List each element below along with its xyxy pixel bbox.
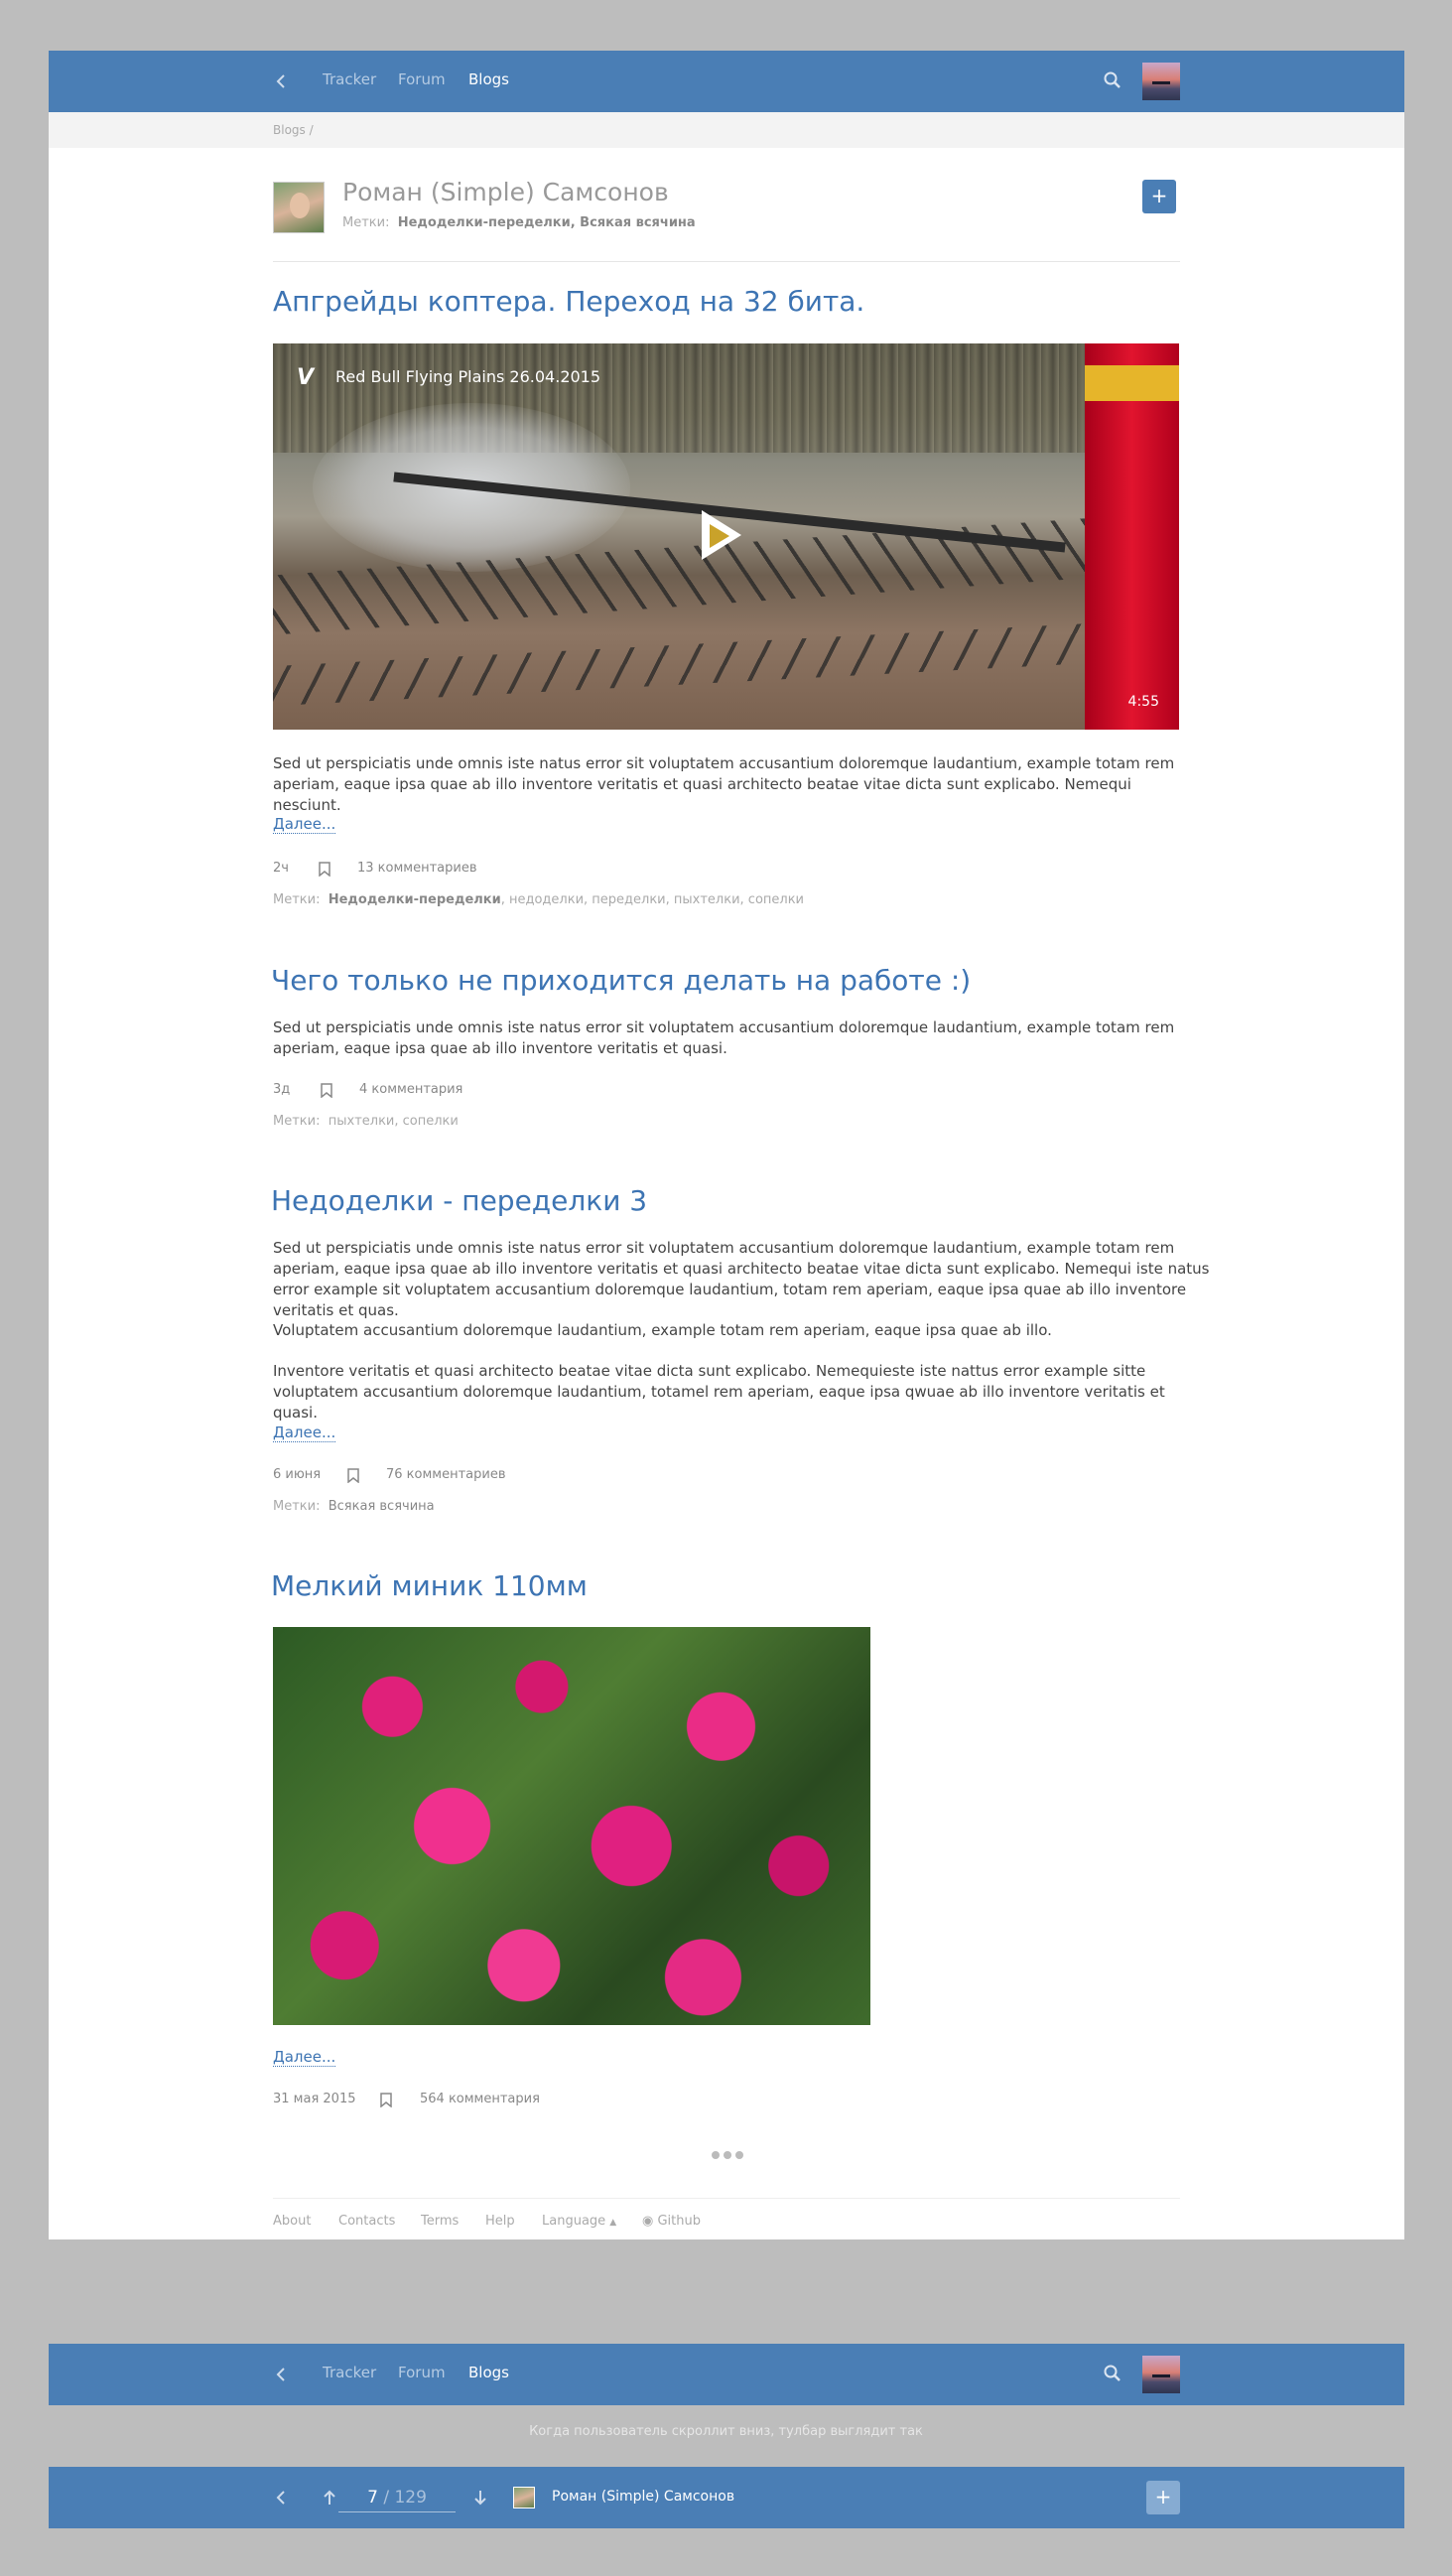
author-name-small[interactable]: Роман (Simple) Самсонов: [552, 2489, 734, 2505]
tag-link[interactable]: Недоделки-переделки: [329, 892, 501, 907]
author-name[interactable]: Роман (Simple) Самсонов: [342, 178, 669, 206]
tags-label: Метки:: [273, 1499, 321, 1514]
footer-help-link[interactable]: Help: [485, 2214, 515, 2229]
nav-forum-link[interactable]: Forum: [398, 2364, 446, 2381]
bookmark-icon[interactable]: [347, 1468, 359, 1483]
arrow-down-icon[interactable]: [471, 2488, 489, 2508]
post-time: 31 мая 2015: [273, 2092, 356, 2106]
post-tags: Метки: Всякая всячина: [273, 1499, 435, 1514]
video-embed[interactable]: V Red Bull Flying Plains 26.04.2015 4:55: [273, 343, 1179, 730]
add-post-button[interactable]: +: [1146, 2481, 1180, 2514]
author-tags-list[interactable]: Недоделки-переделки, Всякая всячина: [398, 215, 696, 230]
user-avatar[interactable]: [1142, 2356, 1180, 2393]
divider: [273, 261, 1180, 262]
comments-count[interactable]: 13 комментариев: [357, 861, 477, 876]
footer-terms-link[interactable]: Terms: [421, 2214, 459, 2229]
nav-blogs-link[interactable]: Blogs: [468, 70, 509, 88]
comments-count[interactable]: 4 комментария: [359, 1082, 462, 1097]
tags-label: Метки:: [273, 1114, 321, 1129]
nav-forum-link[interactable]: Forum: [398, 70, 446, 88]
nav-blogs-link[interactable]: Blogs: [468, 2364, 509, 2381]
footer-language-link[interactable]: Language ▲: [542, 2214, 616, 2229]
page-current[interactable]: 7: [367, 2488, 378, 2508]
load-more-icon[interactable]: [712, 2144, 751, 2159]
author-tags: Метки: Недоделки-переделки, Всякая всячи…: [342, 215, 696, 230]
comments-count[interactable]: 76 комментариев: [386, 1467, 506, 1482]
author-avatar-small[interactable]: [513, 2487, 535, 2508]
back-arrow-icon[interactable]: [273, 2489, 291, 2507]
page-indicator[interactable]: 7 / 129: [338, 2483, 456, 2512]
post-title[interactable]: Мелкий миник 110мм: [271, 1569, 588, 1602]
top-navbar-duplicate: Tracker Forum Blogs: [49, 2344, 1404, 2405]
video-duration: 4:55: [1127, 694, 1159, 710]
bookmark-icon[interactable]: [321, 1083, 332, 1098]
post-text: Inventore veritatis et quasi architecto …: [273, 1362, 1165, 1422]
footer-github-link[interactable]: ◉ Github: [642, 2214, 701, 2229]
post-text: Voluptatem accusantium doloremque laudan…: [273, 1321, 1052, 1339]
top-navbar: Tracker Forum Blogs: [49, 51, 1404, 112]
bookmark-icon[interactable]: [380, 2093, 392, 2107]
tag-link[interactable]: Всякая всячина: [329, 1499, 435, 1514]
post-tags: Метки: пыхтелки, сопелки: [273, 1114, 459, 1129]
comments-count[interactable]: 564 комментария: [420, 2092, 540, 2106]
footer-about-link[interactable]: About: [273, 2214, 311, 2229]
vimeo-icon: V: [297, 365, 315, 390]
author-tags-label: Метки:: [342, 215, 390, 230]
nav-tracker-link[interactable]: Tracker: [323, 70, 376, 88]
post-title[interactable]: Недоделки - переделки 3: [271, 1184, 647, 1217]
post-image[interactable]: [273, 1627, 870, 2025]
nav-tracker-link[interactable]: Tracker: [323, 2364, 376, 2381]
github-label: Github: [657, 2214, 701, 2229]
post-text: Sed ut perspiciatis unde omnis iste natu…: [273, 1239, 1210, 1319]
post-time: 6 июня: [273, 1467, 322, 1482]
read-more-link[interactable]: Далее...: [273, 2048, 336, 2067]
github-icon: ◉: [642, 2214, 654, 2229]
post-title[interactable]: Чего только не приходится делать на рабо…: [271, 964, 971, 997]
post-text: Sed ut perspiciatis unde omnis iste natu…: [273, 1018, 1175, 1057]
add-post-button[interactable]: +: [1142, 180, 1176, 213]
scroll-caption: Когда пользователь скроллит вниз, тулбар…: [529, 2424, 923, 2439]
post-text: Sed ut perspiciatis unde omnis iste natu…: [273, 754, 1175, 814]
user-avatar[interactable]: [1142, 63, 1180, 100]
arrow-up-icon[interactable]: [321, 2488, 338, 2508]
search-icon[interactable]: [1103, 2364, 1122, 2383]
breadcrumb[interactable]: Blogs /: [273, 123, 314, 137]
back-arrow-icon[interactable]: [273, 72, 291, 90]
footer-contacts-link[interactable]: Contacts: [338, 2214, 395, 2229]
search-icon[interactable]: [1103, 70, 1122, 90]
author-avatar[interactable]: [273, 182, 325, 233]
video-title[interactable]: Red Bull Flying Plains 26.04.2015: [335, 367, 600, 386]
footer-divider: [273, 2198, 1180, 2199]
scrolled-toolbar: 7 / 129 Роман (Simple) Самсонов +: [49, 2467, 1404, 2528]
post-title[interactable]: Апгрейды коптера. Переход на 32 бита.: [273, 285, 864, 318]
tag-links[interactable]: пыхтелки, сопелки: [329, 1114, 459, 1129]
post-tags: Метки: Недоделки-переделки, недоделки, п…: [273, 892, 804, 907]
post-time: 3д: [273, 1082, 291, 1097]
page-total: / 129: [377, 2488, 427, 2508]
tag-links[interactable]: , недоделки, переделки, пыхтелки, сопелк…: [501, 892, 804, 907]
blog-page: Tracker Forum Blogs Blogs / Роман (Simpl…: [49, 51, 1404, 2239]
tags-label: Метки:: [273, 892, 321, 907]
language-label: Language: [542, 2214, 606, 2229]
post-time: 2ч: [273, 861, 289, 876]
read-more-link[interactable]: Далее...: [273, 1424, 336, 1442]
bookmark-icon[interactable]: [319, 862, 330, 877]
breadcrumb-bar: Blogs /: [49, 112, 1404, 148]
read-more-link[interactable]: Далее...: [273, 815, 336, 834]
back-arrow-icon[interactable]: [273, 2366, 291, 2383]
caret-up-icon: ▲: [609, 2218, 617, 2228]
